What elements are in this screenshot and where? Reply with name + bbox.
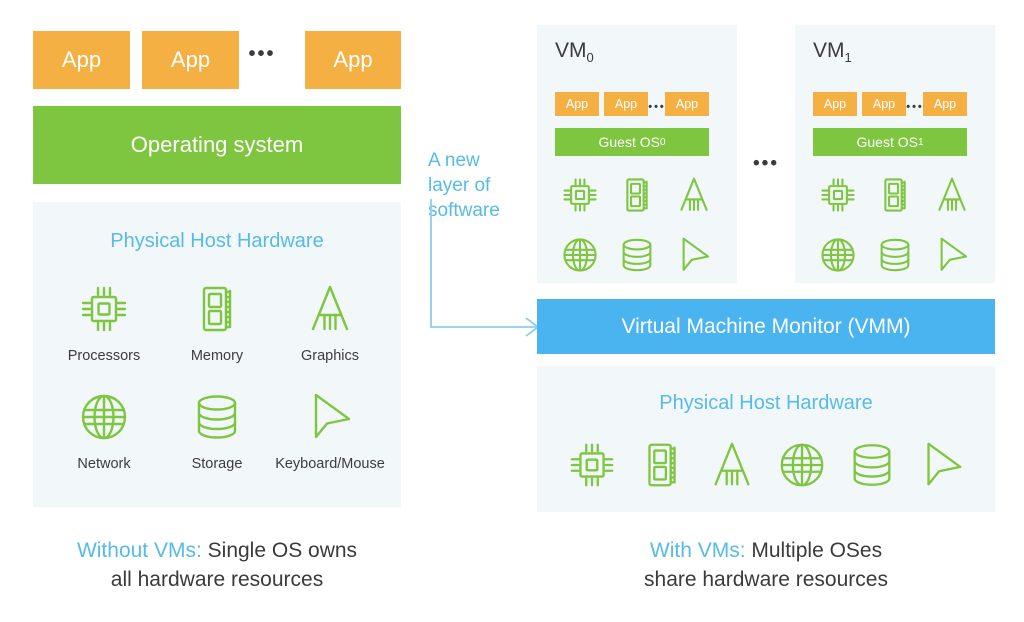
right-hardware-icon-row	[557, 434, 975, 496]
cursor-pointer-icon	[907, 434, 977, 496]
storage-database-icon	[837, 434, 907, 496]
left-app-box-2: App	[305, 31, 401, 89]
cpu-icon	[48, 278, 160, 340]
cpu-icon	[809, 169, 867, 221]
storage-database-icon	[866, 229, 924, 281]
vm1-app-box-1: App	[862, 92, 906, 116]
guest-os-sub-1: 1	[917, 136, 924, 148]
network-globe-icon	[767, 434, 837, 496]
hardware-item-label-storage: Storage	[191, 456, 243, 472]
cpu-icon	[557, 434, 627, 496]
vm1-app-box-2: App	[923, 92, 967, 116]
left-hardware-title: Physical Host Hardware	[110, 230, 324, 252]
vm0-apps-ellipsis: •••	[648, 101, 666, 113]
left-physical-host-hardware-panel: Physical Host Hardware Processors Memory…	[33, 202, 401, 507]
guest-os-box-0: Guest OS 0	[555, 128, 709, 156]
left-app-box-1: App	[142, 31, 239, 89]
operating-system-box: Operating system	[33, 106, 401, 184]
hardware-item-label-graphics: Graphics	[300, 348, 360, 364]
left-app-label-0: App	[61, 47, 102, 72]
hardware-item-network: Network	[48, 386, 160, 472]
vm-title-sub-0: 0	[586, 50, 594, 66]
vm-title-base-0: VM	[555, 39, 587, 62]
vm-gap-ellipsis: •••	[753, 153, 779, 174]
vm0-app-label-2: App	[675, 97, 699, 111]
hardware-item-graphics: Graphics	[274, 278, 386, 364]
hardware-item-label-network: Network	[77, 456, 131, 472]
guest-os-label-1: Guest OS	[856, 134, 918, 150]
right-physical-host-hardware-panel: Physical Host Hardware	[537, 366, 995, 512]
hardware-item-label-processors: Processors	[67, 348, 141, 364]
hardware-item-memory: Memory	[161, 278, 273, 364]
vm-title-0: VM0	[555, 39, 594, 65]
left-apps-row: App App App	[33, 31, 401, 89]
graphics-icon	[923, 169, 981, 221]
vm0-app-box-0: App	[555, 92, 599, 116]
vm0-app-box-1: App	[604, 92, 648, 116]
right-hardware-title: Physical Host Hardware	[659, 392, 873, 414]
guest-os-sub-0: 0	[659, 136, 666, 148]
right-caption-rest: Multiple OSes	[745, 539, 883, 562]
memory-icon	[608, 169, 666, 221]
left-caption-line2: all hardware resources	[110, 568, 324, 591]
vm1-apps-ellipsis: •••	[906, 101, 924, 113]
hardware-item-label-keyboard-mouse: Keyboard/Mouse	[275, 456, 385, 472]
annotation-line-1: A new	[428, 150, 480, 171]
right-caption: With VMs: Multiple OSes share hardware r…	[537, 536, 995, 594]
graphics-icon	[274, 278, 386, 340]
left-app-label-2: App	[333, 47, 373, 72]
vm1-app-label-1: App	[872, 97, 896, 111]
network-globe-icon	[48, 386, 160, 448]
storage-database-icon	[161, 386, 273, 448]
left-caption-rest: Single OS owns	[201, 539, 358, 562]
cpu-icon	[551, 169, 609, 221]
left-apps-ellipsis: •••	[248, 42, 276, 65]
network-globe-icon	[809, 229, 867, 281]
vm1-app-box-0: App	[813, 92, 857, 116]
vm0-app-box-2: App	[665, 92, 709, 116]
vm-panel-1: VM1 App App App ••• Guest OS 1	[795, 25, 995, 283]
left-app-box-0: App	[33, 31, 130, 89]
operating-system-label: Operating system	[130, 132, 304, 157]
guest-os-box-1: Guest OS 1	[813, 128, 967, 156]
elbow-arrow-right-icon	[420, 196, 545, 341]
cursor-pointer-icon	[274, 386, 386, 448]
vm1-app-label-0: App	[823, 97, 847, 111]
vm0-app-label-0: App	[565, 97, 589, 111]
right-caption-line2: share hardware resources	[644, 568, 888, 591]
vm0-app-label-1: App	[614, 97, 638, 111]
vmm-box: Virtual Machine Monitor (VMM)	[537, 299, 995, 354]
hardware-item-label-memory: Memory	[190, 348, 244, 364]
storage-database-icon	[608, 229, 666, 281]
vm-title-base-1: VM	[813, 39, 845, 62]
vm-title-sub-1: 1	[844, 50, 852, 66]
guest-os-label-0: Guest OS	[598, 134, 660, 150]
memory-icon	[866, 169, 924, 221]
memory-icon	[161, 278, 273, 340]
right-caption-highlight: With VMs:	[649, 539, 746, 562]
annotation-line-2: layer of	[428, 175, 491, 196]
graphics-icon	[665, 169, 723, 221]
vm-title-1: VM1	[813, 39, 852, 65]
diagram-canvas: App App App ••• Operating system Physica…	[0, 0, 1024, 622]
cursor-pointer-icon	[923, 229, 981, 281]
hardware-item-storage: Storage	[161, 386, 273, 472]
vm-panel-0: VM0 App App App ••• Guest OS 0	[537, 25, 737, 283]
vmm-label: Virtual Machine Monitor (VMM)	[621, 314, 911, 338]
hardware-item-processors: Processors	[48, 278, 160, 364]
vm1-app-label-2: App	[933, 97, 957, 111]
cursor-pointer-icon	[665, 229, 723, 281]
hardware-item-keyboard-mouse: Keyboard/Mouse	[274, 386, 386, 472]
graphics-icon	[697, 434, 767, 496]
left-caption: Without VMs: Single OS owns all hardware…	[33, 536, 401, 594]
memory-icon	[627, 434, 697, 496]
left-app-label-1: App	[170, 47, 211, 72]
left-caption-highlight: Without VMs:	[76, 539, 202, 562]
network-globe-icon	[551, 229, 609, 281]
